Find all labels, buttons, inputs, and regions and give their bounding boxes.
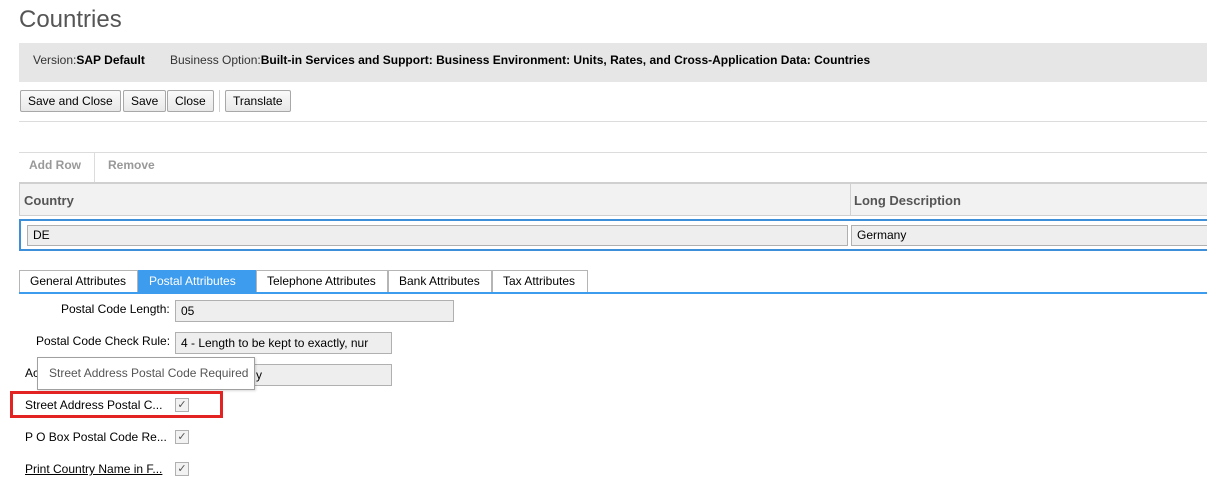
tab-postal-attributes[interactable]: Postal Attributes [138, 270, 256, 292]
remove-button[interactable]: Remove [108, 158, 155, 172]
highlight-box [10, 391, 223, 418]
country-cell-input[interactable]: DE [27, 225, 848, 246]
postal-code-check-rule-select[interactable]: 4 - Length to be kept to exactly, nur [175, 332, 392, 354]
version-info: Version:SAP Default [33, 53, 145, 67]
table-header: Country Long Description [19, 182, 1207, 216]
info-bar: Version:SAP Default Business Option:Buil… [19, 43, 1207, 82]
tab-telephone-attributes[interactable]: Telephone Attributes [256, 270, 388, 292]
column-divider [850, 184, 851, 216]
business-option-value: Built-in Services and Support: Business … [260, 53, 871, 67]
tooltip: Street Address Postal Code Required [37, 357, 255, 390]
version-label: Version: [33, 53, 77, 67]
add-row-button[interactable]: Add Row [29, 158, 81, 172]
business-option-label: Business Option: [170, 53, 261, 67]
row-actions: Add Row Remove [19, 153, 1207, 182]
column-header-long-description[interactable]: Long Description [854, 193, 961, 208]
postal-code-length-label: Postal Code Length: [61, 302, 170, 316]
po-box-postal-code-checkbox[interactable]: ✓ [175, 430, 189, 444]
save-and-close-button[interactable]: Save and Close [20, 90, 121, 112]
close-button[interactable]: Close [167, 90, 214, 112]
tab-general-attributes[interactable]: General Attributes [19, 270, 138, 292]
tab-underline [19, 292, 1207, 294]
business-option-info: Business Option:Built-in Services and Su… [170, 53, 870, 67]
row-actions-separator [94, 153, 95, 182]
divider [19, 121, 1207, 122]
tab-bank-attributes[interactable]: Bank Attributes [388, 270, 492, 292]
postal-code-check-rule-label: Postal Code Check Rule: [36, 334, 171, 348]
version-value: SAP Default [76, 53, 145, 67]
po-box-postal-code-label: P O Box Postal Code Re... [25, 430, 167, 444]
postal-code-length-input[interactable]: 05 [175, 300, 454, 322]
page-title: Countries [19, 6, 122, 33]
long-description-cell-input[interactable]: Germany [851, 225, 1207, 246]
toolbar-separator [219, 90, 220, 112]
tab-tax-attributes[interactable]: Tax Attributes [492, 270, 588, 292]
column-header-country[interactable]: Country [24, 193, 74, 208]
translate-button[interactable]: Translate [225, 90, 291, 112]
table-row[interactable]: DE Germany [19, 219, 1207, 251]
print-country-name-checkbox[interactable]: ✓ [175, 462, 189, 476]
print-country-name-label[interactable]: Print Country Name in F... [25, 462, 162, 476]
save-button[interactable]: Save [123, 90, 167, 112]
